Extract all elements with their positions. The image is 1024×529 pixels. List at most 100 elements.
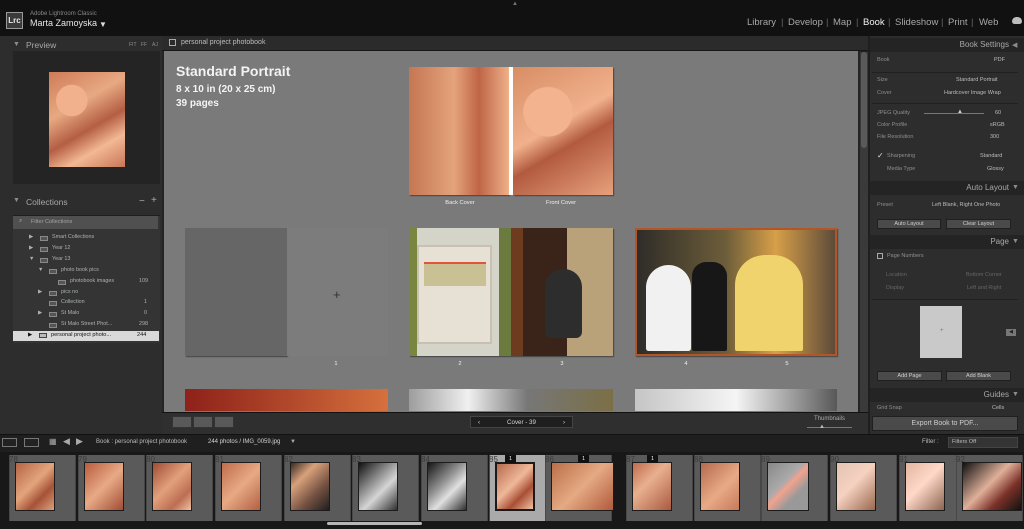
collection-item[interactable]: ▼ photo book pics	[14, 267, 159, 276]
center-scroll-thumb[interactable]	[861, 52, 867, 148]
location-value[interactable]: Bottom Corner	[966, 272, 1002, 278]
filmstrip-thumbnail[interactable]	[290, 462, 330, 511]
primary-window-icon[interactable]	[2, 438, 17, 447]
module-book[interactable]: Book	[863, 17, 885, 28]
front-cover-image[interactable]	[513, 67, 613, 195]
filmstrip-thumbnail[interactable]	[836, 462, 876, 511]
user-name[interactable]: Marta Zamoyska	[30, 18, 97, 28]
filmstrip-thumbnail[interactable]	[358, 462, 398, 511]
add-blank-button[interactable]: Add Blank	[946, 371, 1011, 381]
book-value[interactable]: PDF	[994, 57, 1005, 63]
filmstrip-thumbnail[interactable]	[632, 462, 672, 511]
page-collapse-icon[interactable]: ▼	[1012, 238, 1019, 245]
single-page-view-button[interactable]	[214, 416, 234, 428]
guides-header[interactable]: Guides	[870, 388, 1024, 402]
secondary-window-icon[interactable]	[24, 438, 39, 447]
preview-collapse-icon[interactable]: ▼	[13, 41, 20, 48]
filmstrip-thumbnail[interactable]	[495, 462, 535, 511]
module-develop[interactable]: Develop	[788, 17, 823, 28]
collections-collapse-icon[interactable]: ▼	[13, 197, 20, 204]
collection-item[interactable]: ▶ pics no	[14, 289, 159, 298]
sharpening-checkbox-icon[interactable]: ✓	[877, 151, 884, 160]
filmstrip-source[interactable]: Book : personal project photobook	[96, 439, 187, 445]
guides-collapse-icon[interactable]: ▼	[1012, 391, 1019, 398]
collection-item[interactable]: photobook images 109	[14, 278, 159, 287]
file-resolution-value[interactable]: 300	[990, 134, 999, 140]
filmstrip-scrollbar[interactable]	[327, 522, 422, 525]
filmstrip-thumbnail[interactable]	[427, 462, 467, 511]
module-slideshow[interactable]: Slideshow	[895, 17, 938, 28]
disclosure-icon[interactable]: ▼	[29, 256, 34, 262]
book-settings-collapse-icon[interactable]: ◀	[1012, 41, 1017, 49]
auto-layout-header[interactable]: Auto Layout	[870, 181, 1024, 195]
filmstrip-thumbnail[interactable]	[152, 462, 192, 511]
disclosure-icon[interactable]: ▶	[38, 310, 42, 316]
filmstrip-thumbnail[interactable]	[221, 462, 261, 511]
module-library[interactable]: Library	[747, 17, 776, 28]
clear-layout-button[interactable]: Clear Layout	[946, 219, 1011, 229]
jpeg-quality-value[interactable]: 60	[995, 110, 1001, 116]
thumbnail-size-slider[interactable]	[807, 427, 852, 428]
filmstrip-thumbnail[interactable]	[84, 462, 124, 511]
export-book-button[interactable]: Export Book to PDF...	[872, 416, 1018, 431]
module-web[interactable]: Web	[979, 17, 998, 28]
display-value[interactable]: Left and Right	[967, 285, 1001, 291]
add-collection-icon[interactable]: +	[151, 195, 157, 206]
disclosure-icon[interactable]: ▶	[28, 332, 32, 338]
grid-snap-value[interactable]: Cells	[992, 405, 1004, 411]
back-arrow-icon[interactable]: ◀	[63, 436, 70, 447]
module-map[interactable]: Map	[833, 17, 851, 28]
preview-ff-button[interactable]: FF	[141, 42, 147, 48]
disclosure-icon[interactable]: ▼	[38, 267, 43, 273]
filter-select[interactable]: Filters Off	[948, 437, 1018, 448]
forward-arrow-icon[interactable]: ▶	[76, 436, 83, 447]
back-cover-image[interactable]	[409, 67, 509, 195]
next-row-photo[interactable]	[635, 389, 837, 411]
page-navigation-box[interactable]: ‹ Cover - 39 ›	[470, 416, 573, 428]
filmstrip-thumbnail[interactable]	[700, 462, 740, 511]
thumbnail-slider-handle-icon[interactable]: ▲	[819, 424, 825, 430]
color-profile-value[interactable]: sRGB	[990, 122, 1005, 128]
blank-left-page[interactable]	[185, 228, 287, 356]
filmstrip-thumbnail[interactable]	[905, 462, 945, 511]
filmstrip-menu-chevron-icon[interactable]: ▼	[290, 439, 296, 445]
template-menu-icon[interactable]: ◀	[1006, 329, 1016, 336]
next-row-photo[interactable]	[185, 389, 388, 411]
cover-value[interactable]: Hardcover Image Wrap	[944, 90, 1001, 96]
add-photo-cross-icon[interactable]: +	[333, 287, 341, 302]
top-collapse-icon[interactable]: ▲	[512, 1, 518, 7]
next-row-photo[interactable]	[409, 389, 613, 411]
sharpening-value[interactable]: Standard	[980, 153, 1002, 159]
collection-item[interactable]: ▶ Year 12	[14, 245, 159, 254]
add-page-button[interactable]: Add Page	[877, 371, 942, 381]
filmstrip-thumbnail[interactable]	[962, 462, 1022, 511]
preview-fit-button[interactable]: FIT	[129, 42, 137, 48]
jpeg-quality-handle-icon[interactable]: ▲	[957, 109, 963, 115]
collection-item[interactable]: ▼ Year 13	[14, 256, 159, 265]
selected-collection-item[interactable]: ▶ personal project photo... 244	[13, 331, 159, 341]
user-menu-chevron-icon[interactable]: ▼	[99, 20, 107, 29]
collection-item[interactable]: Collection 1	[14, 299, 159, 308]
multi-page-view-button[interactable]	[172, 416, 192, 428]
next-page-icon[interactable]: ›	[563, 417, 565, 428]
grid-view-icon[interactable]: ▦	[49, 437, 57, 446]
collection-item[interactable]: ▶ Smart Collections	[14, 234, 159, 243]
collapse-collections-icon[interactable]: −	[139, 196, 145, 207]
cloud-icon[interactable]	[1012, 17, 1022, 24]
preview-aj-button[interactable]: AJ	[152, 42, 158, 48]
disclosure-icon[interactable]: ▶	[29, 245, 33, 251]
media-type-value[interactable]: Glossy	[987, 166, 1004, 172]
size-value[interactable]: Standard Portrait	[956, 77, 998, 83]
page-header[interactable]: Page	[870, 235, 1024, 249]
collection-item[interactable]: St Malo Street Phot... 298	[14, 321, 159, 330]
disclosure-icon[interactable]: ▶	[29, 234, 33, 240]
disclosure-icon[interactable]: ▶	[38, 289, 42, 295]
filmstrip-thumbnail[interactable]	[15, 462, 55, 511]
module-print[interactable]: Print	[948, 17, 968, 28]
auto-layout-collapse-icon[interactable]: ▼	[1012, 184, 1019, 191]
jpeg-quality-slider[interactable]	[924, 113, 984, 114]
spread-view-button[interactable]	[193, 416, 213, 428]
filmstrip-thumbnail[interactable]	[551, 462, 614, 511]
filmstrip-thumbnail[interactable]	[767, 462, 809, 511]
auto-layout-button[interactable]: Auto Layout	[877, 219, 941, 229]
